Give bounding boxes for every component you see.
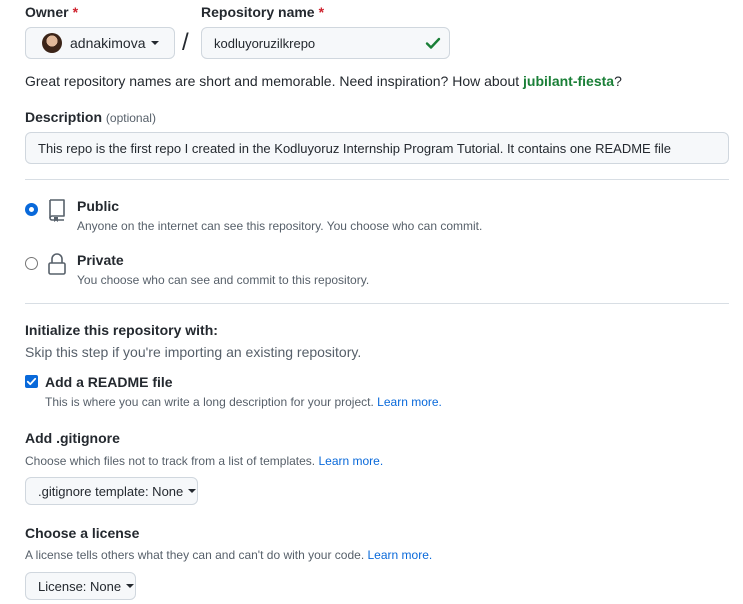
- avatar: [42, 33, 62, 53]
- chevron-down-icon: [126, 584, 135, 588]
- init-title: Initialize this repository with:: [25, 322, 218, 338]
- chevron-down-icon: [188, 489, 197, 493]
- gitignore-description: Choose which files not to track from a l…: [25, 454, 384, 468]
- readme-learn-more-link[interactable]: Learn more.: [377, 395, 442, 409]
- owner-repo-separator: /: [182, 29, 189, 56]
- lock-icon: [47, 252, 67, 279]
- readme-label: Add a README file: [45, 374, 173, 390]
- owner-username: adnakimova: [70, 35, 146, 51]
- owner-select-button[interactable]: adnakimova: [25, 27, 175, 59]
- owner-required-mark: *: [72, 4, 79, 20]
- gitignore-title: Add .gitignore: [25, 430, 120, 446]
- repo-name-hint: Great repository names are short and mem…: [25, 73, 622, 89]
- owner-label: Owner *: [25, 4, 79, 20]
- readme-description: This is where you can write a long descr…: [45, 395, 442, 409]
- checkmark-icon: [26, 377, 37, 386]
- divider: [25, 179, 729, 180]
- suggestion-link[interactable]: jubilant-fiesta: [523, 73, 614, 89]
- description-input[interactable]: This repo is the first repo I created in…: [25, 132, 729, 164]
- license-learn-more-link[interactable]: Learn more.: [368, 548, 433, 562]
- private-description: You choose who can see and commit to thi…: [77, 273, 370, 287]
- public-radio[interactable]: [25, 203, 38, 216]
- gitignore-template-button[interactable]: .gitignore template: None: [25, 477, 198, 505]
- public-label: Public: [77, 198, 120, 214]
- repo-name-input[interactable]: kodluyoruzilkrepo: [201, 27, 450, 59]
- description-label: Description (optional): [25, 109, 156, 125]
- gitignore-learn-more-link[interactable]: Learn more.: [318, 454, 383, 468]
- license-description: A license tells others what they can and…: [25, 548, 433, 562]
- repo-icon: [46, 198, 68, 225]
- divider: [25, 303, 729, 304]
- license-title: Choose a license: [25, 525, 140, 541]
- public-description: Anyone on the internet can see this repo…: [77, 219, 483, 233]
- repo-name-required-mark: *: [318, 4, 325, 20]
- private-label: Private: [77, 252, 124, 268]
- private-radio[interactable]: [25, 257, 38, 270]
- check-icon: [425, 35, 441, 54]
- init-subtitle: Skip this step if you're importing an ex…: [25, 344, 362, 360]
- readme-checkbox[interactable]: [25, 375, 38, 388]
- chevron-down-icon: [150, 41, 159, 45]
- repo-name-label: Repository name *: [201, 4, 325, 20]
- license-button[interactable]: License: None: [25, 572, 136, 600]
